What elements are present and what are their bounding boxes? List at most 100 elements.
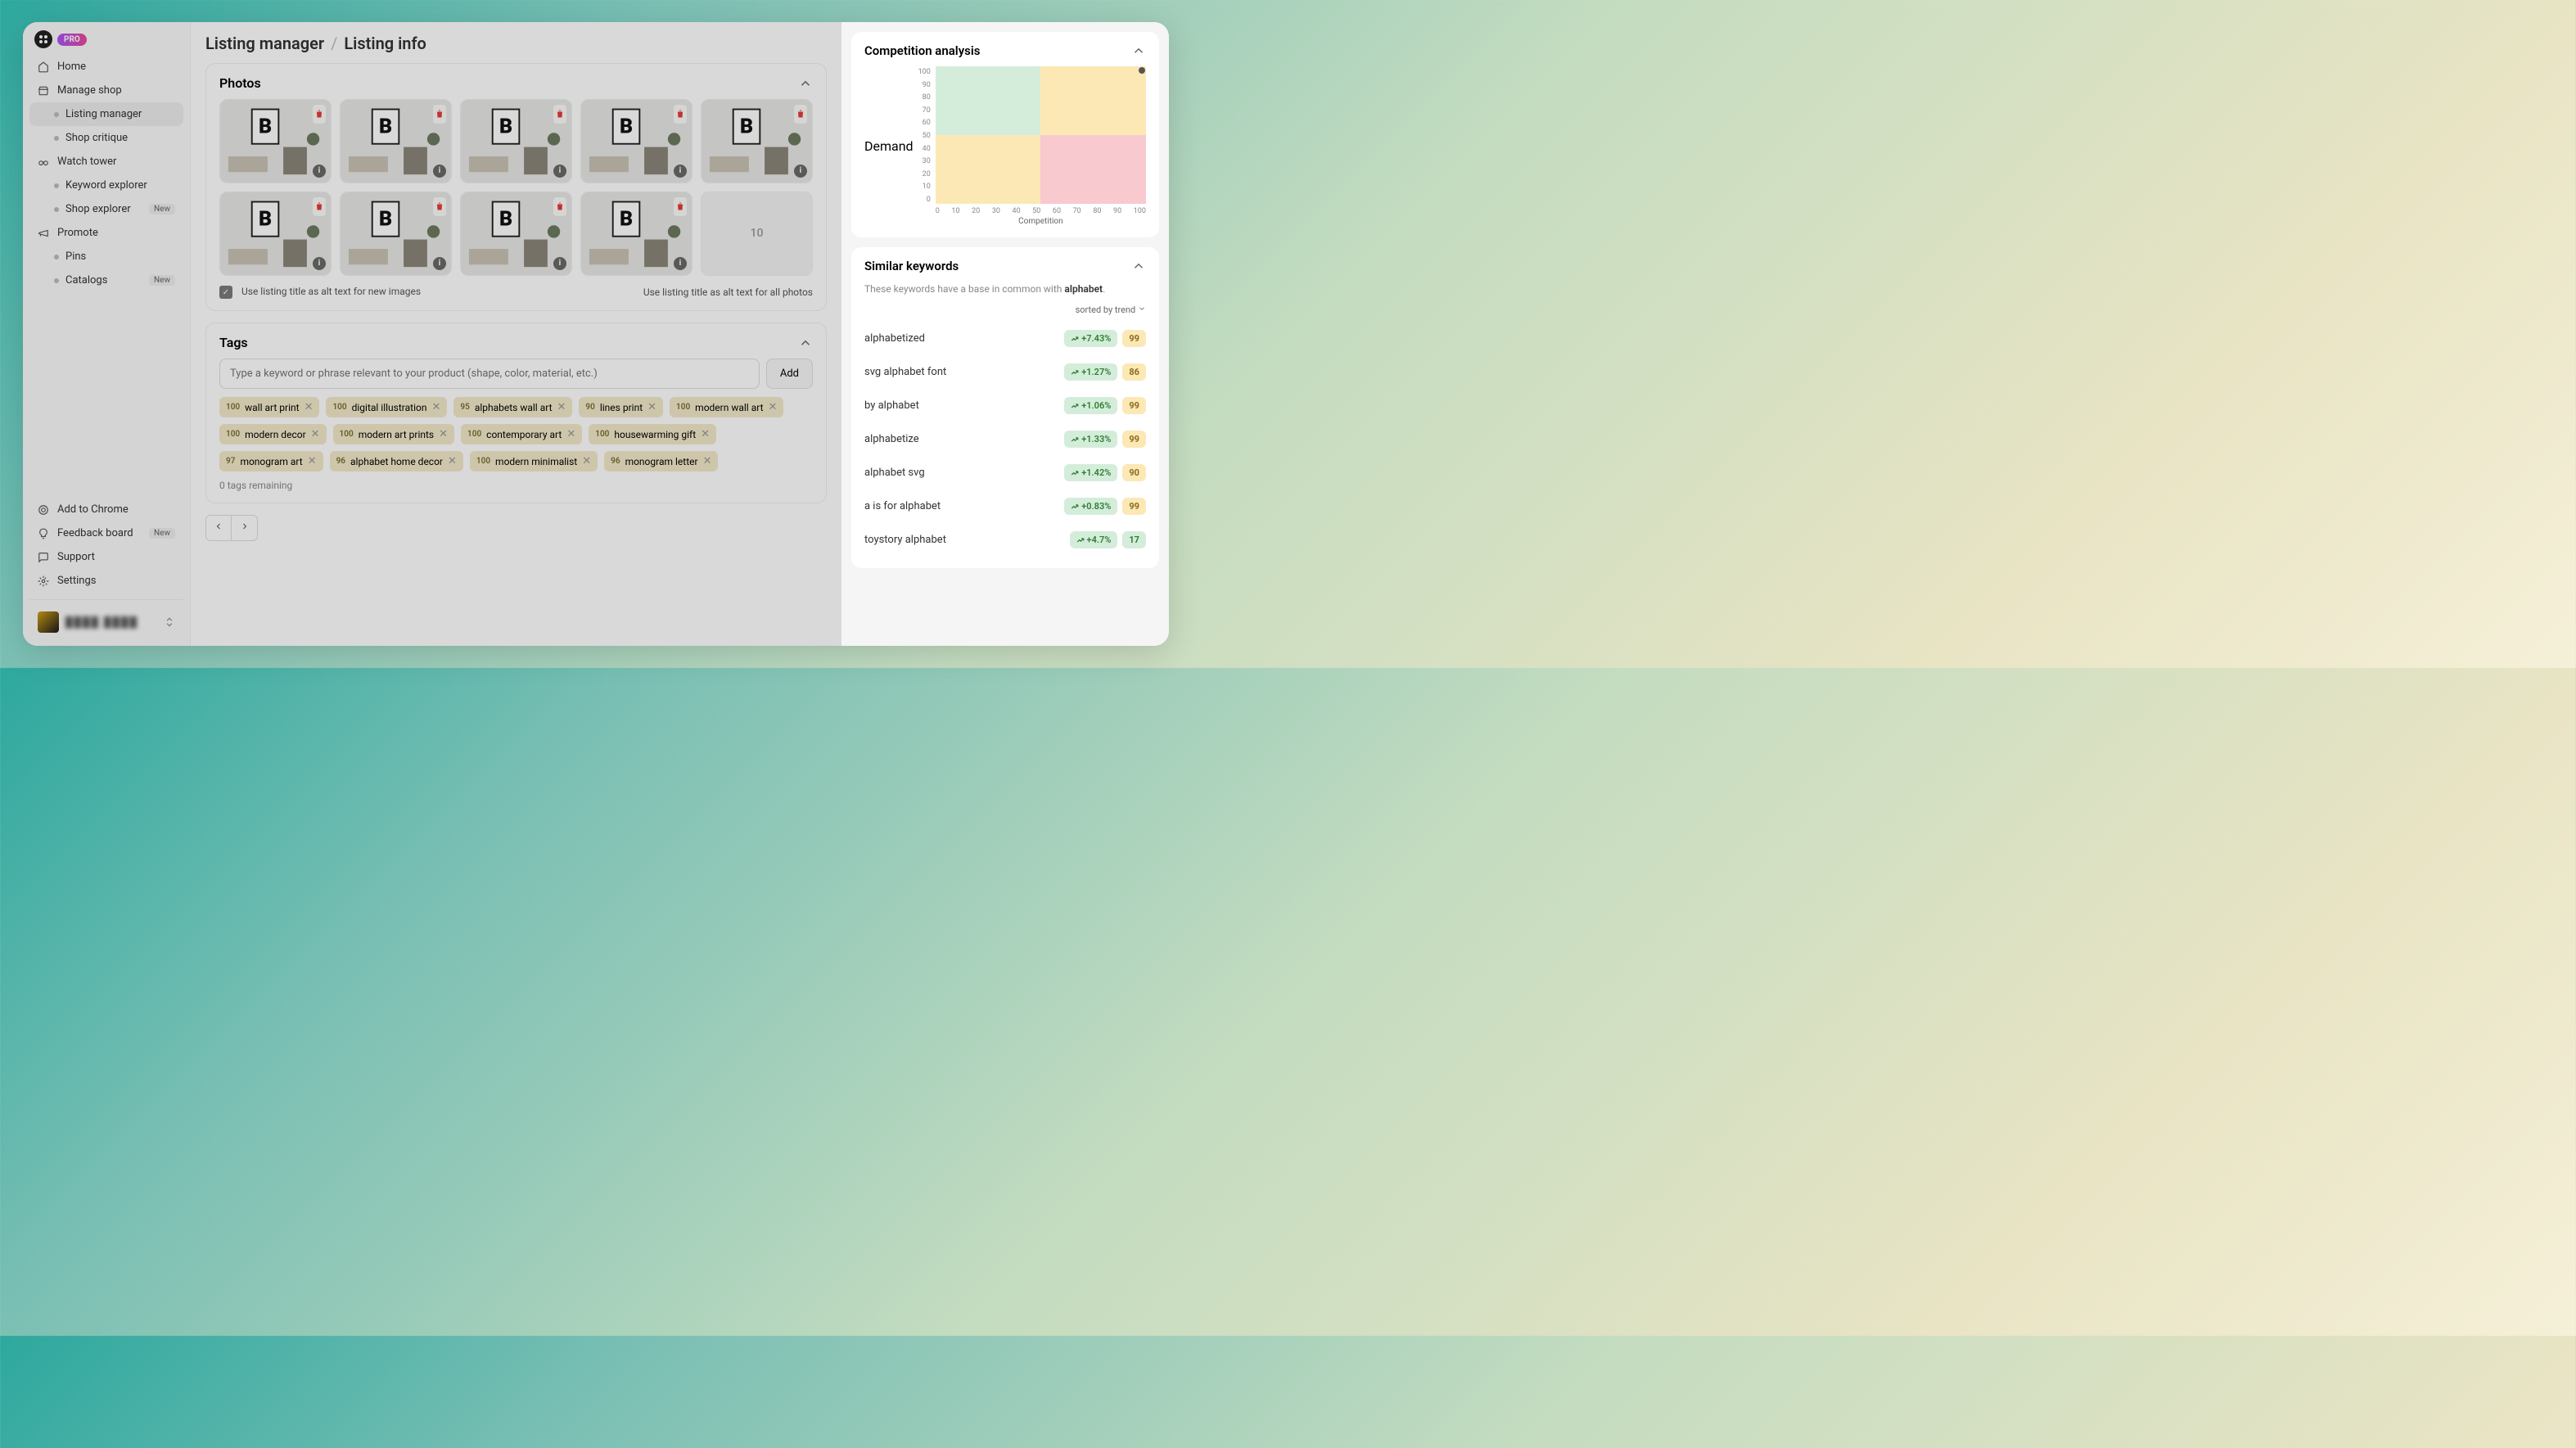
chevron-up-icon[interactable] — [798, 336, 813, 350]
nav-shop-explorer[interactable]: Shop explorer New — [29, 197, 183, 221]
info-icon[interactable]: i — [313, 165, 326, 178]
delete-photo-icon[interactable] — [433, 105, 446, 124]
delete-photo-icon[interactable] — [553, 105, 566, 124]
chevron-updown-icon — [164, 616, 175, 628]
info-icon[interactable]: i — [674, 257, 687, 270]
keyword-row[interactable]: toystory alphabet +4.7% 17 — [864, 523, 1146, 557]
tag-chip[interactable]: 100digital illustration✕ — [326, 397, 447, 417]
info-icon[interactable]: i — [433, 165, 446, 178]
keyword-row[interactable]: alphabetized +7.43% 99 — [864, 322, 1146, 355]
keyword-row[interactable]: alphabetize +1.33% 99 — [864, 422, 1146, 456]
delete-photo-icon[interactable] — [433, 197, 446, 216]
nav-keyword-explorer[interactable]: Keyword explorer — [29, 174, 183, 197]
remove-tag-icon[interactable]: ✕ — [703, 455, 712, 467]
keyword-row[interactable]: by alphabet +1.06% 99 — [864, 389, 1146, 422]
svg-text:B: B — [740, 115, 753, 138]
add-tag-button[interactable]: Add — [766, 359, 813, 389]
delete-photo-icon[interactable] — [313, 105, 326, 124]
remove-tag-icon[interactable]: ✕ — [448, 455, 457, 467]
info-icon[interactable]: i — [553, 257, 566, 270]
remove-tag-icon[interactable]: ✕ — [701, 428, 710, 440]
keyword-row[interactable]: svg alphabet font +1.27% 86 — [864, 355, 1146, 389]
remove-tag-icon[interactable]: ✕ — [769, 401, 778, 413]
nav-home[interactable]: Home — [29, 55, 183, 79]
nav-watch-tower[interactable]: Watch tower — [29, 150, 183, 174]
photo-thumb[interactable]: B i — [460, 192, 572, 276]
quad-high-demand-low-comp — [936, 66, 1041, 135]
remove-tag-icon[interactable]: ✕ — [311, 428, 320, 440]
alt-all-link[interactable]: Use listing title as alt text for all ph… — [643, 286, 813, 298]
photo-thumb[interactable]: B i — [580, 192, 692, 276]
nav-support[interactable]: Support — [29, 545, 183, 569]
delete-photo-icon[interactable] — [674, 105, 687, 124]
tag-chip[interactable]: 100modern decor✕ — [219, 424, 327, 444]
photo-empty-slot[interactable]: 10 — [701, 192, 813, 276]
keyword-row[interactable]: alphabet svg +1.42% 90 — [864, 456, 1146, 489]
delete-photo-icon[interactable] — [553, 197, 566, 216]
photo-thumb[interactable]: B i — [580, 99, 692, 183]
remove-tag-icon[interactable]: ✕ — [305, 401, 314, 413]
chevron-up-icon[interactable] — [798, 76, 813, 91]
trend-badge: +1.33% — [1064, 431, 1117, 448]
info-icon[interactable]: i — [674, 165, 687, 178]
tag-label: alphabets wall art — [475, 402, 553, 413]
tag-chip[interactable]: 100modern wall art✕ — [670, 397, 783, 417]
score-badge: 90 — [1122, 464, 1146, 481]
info-icon[interactable]: i — [433, 257, 446, 270]
nav-promote[interactable]: Promote — [29, 221, 183, 245]
nav-manage-shop[interactable]: Manage shop — [29, 79, 183, 102]
sort-dropdown[interactable]: sorted by trend — [864, 304, 1146, 315]
tag-chip[interactable]: 96monogram letter✕ — [604, 451, 718, 471]
tag-chip[interactable]: 97monogram art✕ — [219, 451, 323, 471]
pager-prev-button[interactable] — [205, 515, 232, 541]
tag-chip[interactable]: 100modern art prints✕ — [333, 424, 454, 444]
nav-catalogs[interactable]: Catalogs New — [29, 268, 183, 292]
nav-pins[interactable]: Pins — [29, 245, 183, 268]
photo-thumb[interactable]: B i — [219, 99, 332, 183]
chevron-up-icon[interactable] — [1131, 43, 1146, 58]
nav-shop-critique[interactable]: Shop critique — [29, 126, 183, 150]
delete-photo-icon[interactable] — [313, 197, 326, 216]
checkbox-checked-icon[interactable]: ✓ — [219, 286, 232, 299]
photo-thumb[interactable]: B i — [219, 192, 332, 276]
nav-add-chrome[interactable]: Add to Chrome — [29, 498, 183, 521]
remove-tag-icon[interactable]: ✕ — [439, 428, 448, 440]
tag-chip[interactable]: 90lines print✕ — [579, 397, 663, 417]
info-icon[interactable]: i — [553, 165, 566, 178]
remove-tag-icon[interactable]: ✕ — [308, 455, 317, 467]
trend-badge: +7.43% — [1064, 330, 1117, 347]
nav-feedback[interactable]: Feedback board New — [29, 521, 183, 545]
photo-thumb[interactable]: B i — [340, 99, 452, 183]
tag-chip[interactable]: 96alphabet home decor✕ — [330, 451, 463, 471]
nav-listing-manager[interactable]: Listing manager — [29, 102, 183, 126]
remove-tag-icon[interactable]: ✕ — [582, 455, 591, 467]
svg-text:B: B — [379, 207, 392, 231]
keyword-row[interactable]: a is for alphabet +0.83% 99 — [864, 489, 1146, 523]
tag-chip[interactable]: 100wall art print✕ — [219, 397, 319, 417]
photo-thumb[interactable]: B i — [701, 99, 813, 183]
chevron-up-icon[interactable] — [1131, 259, 1146, 273]
delete-photo-icon[interactable] — [794, 105, 807, 124]
nav-settings[interactable]: Settings — [29, 569, 183, 593]
tag-chip[interactable]: 95alphabets wall art✕ — [453, 397, 572, 417]
tag-input[interactable] — [219, 359, 760, 389]
remove-tag-icon[interactable]: ✕ — [431, 401, 440, 413]
user-row[interactable]: ████ ████ — [29, 607, 183, 638]
photo-thumb[interactable]: B i — [340, 192, 452, 276]
breadcrumb-parent[interactable]: Listing manager — [205, 34, 324, 53]
dot-icon — [54, 278, 59, 283]
remove-tag-icon[interactable]: ✕ — [647, 401, 656, 413]
info-icon[interactable]: i — [313, 257, 326, 270]
info-icon[interactable]: i — [794, 165, 807, 178]
alt-new-row[interactable]: ✓ Use listing title as alt text for new … — [219, 286, 421, 300]
tag-chip[interactable]: 100contemporary art✕ — [461, 424, 582, 444]
photo-thumb[interactable]: B i — [460, 99, 572, 183]
remove-tag-icon[interactable]: ✕ — [566, 428, 575, 440]
delete-photo-icon[interactable] — [674, 197, 687, 216]
tag-chip[interactable]: 100housewarming gift✕ — [589, 424, 716, 444]
tag-label: lines print — [600, 402, 643, 413]
remove-tag-icon[interactable]: ✕ — [557, 401, 566, 413]
photos-grid: B i B i B i B i B i B i — [219, 99, 813, 276]
pager-next-button[interactable] — [232, 515, 258, 541]
tag-chip[interactable]: 100modern minimalist✕ — [470, 451, 598, 471]
